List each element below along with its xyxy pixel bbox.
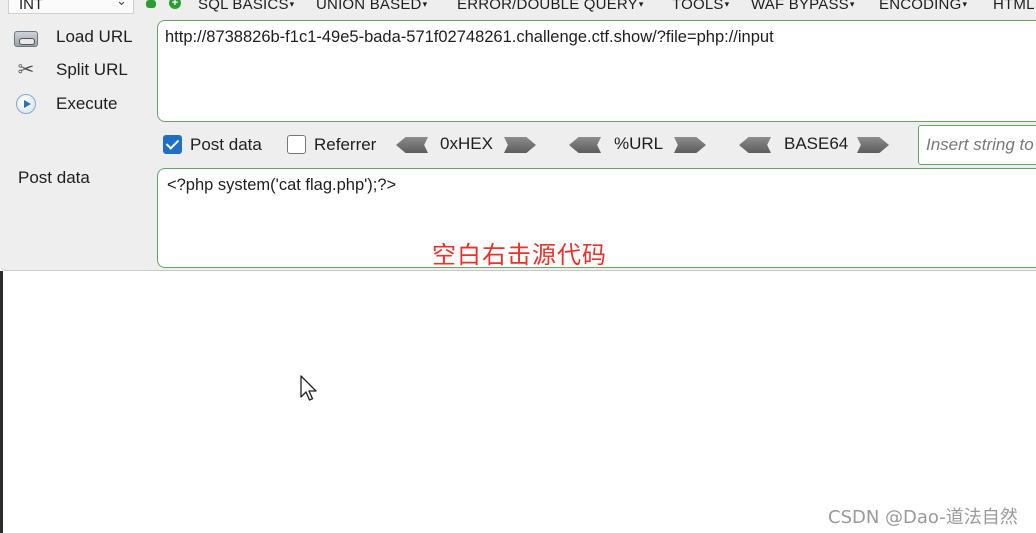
post-data-value: <?php system('cat flag.php');?> bbox=[167, 176, 397, 194]
post-data-label: Post data bbox=[18, 168, 90, 187]
load-url-button[interactable]: Load URL bbox=[14, 25, 133, 49]
watermark: CSDN @Dao-道法自然 bbox=[828, 507, 1018, 528]
url-decode-arrow-icon[interactable] bbox=[569, 137, 601, 153]
mouse-pointer-icon bbox=[300, 375, 317, 401]
hex-encode-arrow-icon[interactable] bbox=[504, 137, 536, 153]
injection-type-select[interactable]: INT ⌄ bbox=[8, 0, 134, 14]
load-url-label: Load URL bbox=[56, 27, 133, 46]
post-data-checkbox[interactable] bbox=[163, 135, 182, 154]
base64-encode-arrow-icon[interactable] bbox=[857, 137, 889, 153]
referrer-checkbox[interactable] bbox=[287, 135, 306, 154]
hackbar-toolbar: INT ⌄ + SQL BASICS▾ UNION BASED▾ ERROR/D… bbox=[0, 0, 1036, 14]
hex-encoder-label: 0xHEX bbox=[440, 134, 493, 153]
menu-html[interactable]: HTML bbox=[993, 0, 1035, 13]
menu-error-double-query[interactable]: ERROR/DOUBLE QUERY▾ bbox=[457, 0, 644, 13]
referrer-checkbox-label[interactable]: Referrer bbox=[314, 135, 376, 155]
execute-label: Execute bbox=[56, 94, 118, 113]
menu-sql-basics[interactable]: SQL BASICS▾ bbox=[198, 0, 294, 13]
window-edge bbox=[0, 271, 3, 533]
url-value: http://8738826b-f1c1-49e5-bada-571f02748… bbox=[165, 28, 774, 46]
injection-type-value: INT bbox=[19, 0, 44, 13]
url-textarea[interactable]: http://8738826b-f1c1-49e5-bada-571f02748… bbox=[157, 20, 1036, 122]
menu-tools[interactable]: TOOLS▾ bbox=[672, 0, 729, 13]
annotation-text: 空白右击源代码 bbox=[432, 241, 607, 269]
minus-icon[interactable] bbox=[146, 0, 156, 8]
play-icon bbox=[16, 94, 36, 114]
post-data-checkbox-label[interactable]: Post data bbox=[190, 135, 262, 155]
hackbar-panel: INT ⌄ + SQL BASICS▾ UNION BASED▾ ERROR/D… bbox=[0, 0, 1036, 271]
plus-icon[interactable]: + bbox=[169, 0, 181, 9]
insert-string-input[interactable] bbox=[918, 125, 1036, 165]
hex-decode-arrow-icon[interactable] bbox=[396, 137, 428, 153]
url-encode-arrow-icon[interactable] bbox=[674, 137, 706, 153]
execute-button[interactable]: Execute bbox=[14, 92, 117, 116]
menu-waf-bypass[interactable]: WAF BYPASS▾ bbox=[751, 0, 855, 13]
base64-encoder-label: BASE64 bbox=[784, 134, 849, 153]
post-data-textarea[interactable]: <?php system('cat flag.php');?> 空白右击源代码 bbox=[157, 168, 1036, 269]
menu-union-based[interactable]: UNION BASED▾ bbox=[316, 0, 427, 13]
chevron-down-icon: ⌄ bbox=[116, 0, 127, 8]
base64-decode-arrow-icon[interactable] bbox=[739, 137, 771, 153]
url-encoder-label: %URL bbox=[614, 134, 664, 153]
scissors-icon: ✂ bbox=[17, 59, 35, 81]
load-url-icon bbox=[14, 31, 38, 47]
split-url-label: Split URL bbox=[56, 60, 128, 79]
split-url-button[interactable]: ✂ Split URL bbox=[14, 58, 128, 82]
menu-encoding[interactable]: ENCODING▾ bbox=[879, 0, 967, 13]
